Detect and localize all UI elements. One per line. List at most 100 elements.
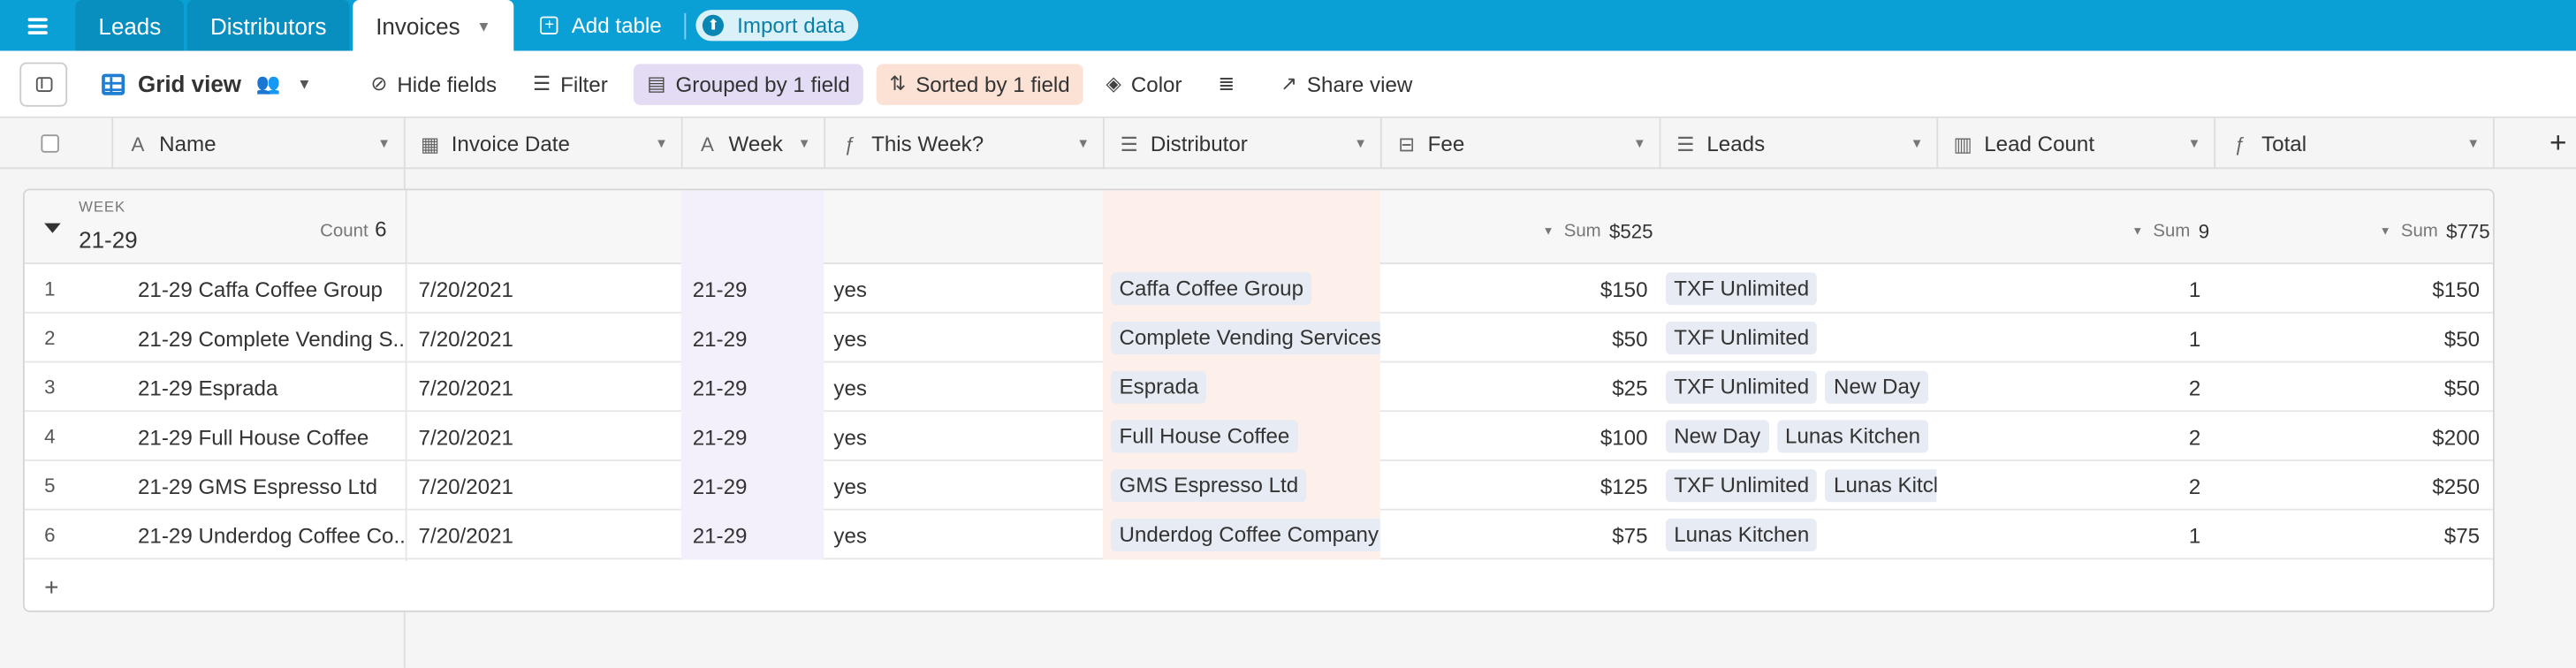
total-summary[interactable]: ▼ Sum $775 — [2380, 220, 2490, 243]
add-record-button[interactable]: + — [44, 574, 58, 603]
cell-fee[interactable]: $100 — [1380, 412, 1660, 461]
linked-record-chip[interactable]: Caffa Coffee Group — [1111, 272, 1312, 306]
chevron-down-icon[interactable]: ▼ — [655, 136, 668, 151]
linked-record-chip[interactable]: New Day — [1665, 420, 1769, 453]
chevron-down-icon[interactable]: ▼ — [1354, 136, 1367, 151]
cell-leads[interactable]: TXF Unlimited — [1660, 264, 1937, 314]
cell-this-week[interactable]: yes — [824, 461, 1103, 511]
cell-invoice-date[interactable]: 7/20/2021 — [406, 314, 681, 363]
chevron-down-icon[interactable]: ▼ — [1633, 136, 1646, 151]
cell-lead-count[interactable]: 1 — [1936, 264, 2212, 314]
linked-record-chip[interactable]: TXF Unlimited — [1665, 469, 1818, 503]
cell-total[interactable]: $50 — [2212, 362, 2491, 412]
cell-name[interactable]: 21-29 Caffa Coffee Group — [123, 264, 405, 314]
chevron-down-icon[interactable]: ▼ — [2466, 136, 2480, 151]
cell-invoice-date[interactable]: 7/20/2021 — [406, 264, 681, 314]
cell-leads[interactable]: TXF Unlimited New Day — [1660, 362, 1937, 412]
cell-name[interactable]: 21-29 Underdog Coffee Co... — [123, 511, 406, 560]
cell-this-week[interactable]: yes — [824, 264, 1103, 314]
add-table-button[interactable]: + Add table — [528, 0, 675, 51]
linked-record-chip[interactable]: Complete Vending Services — [1111, 321, 1380, 355]
filter-button[interactable]: ☰ Filter — [520, 63, 621, 103]
cell-distributor[interactable]: GMS Espresso Ltd — [1102, 460, 1380, 511]
cell-fee[interactable]: $50 — [1380, 314, 1660, 363]
linked-record-chip[interactable]: Lunas Kitchen — [1776, 420, 1929, 453]
cell-total[interactable]: $250 — [2212, 461, 2491, 511]
cell-name[interactable]: 21-29 Esprada — [123, 362, 405, 412]
sidebar-toggle-button[interactable] — [19, 61, 68, 106]
cell-fee[interactable]: $150 — [1380, 264, 1660, 314]
table-row[interactable]: 5 21-29 GMS Espresso Ltd 7/20/2021 21-29 yes… — [24, 460, 2493, 511]
tab-invoices[interactable]: Invoices ▼ — [353, 0, 514, 51]
row-number[interactable]: 2 — [25, 314, 123, 363]
column-header-week[interactable]: A Week ▼ — [683, 118, 826, 170]
cell-week[interactable]: 21-29 — [680, 460, 824, 511]
cell-invoice-date[interactable]: 7/20/2021 — [406, 511, 681, 560]
cell-lead-count[interactable]: 2 — [1936, 461, 2212, 511]
column-header-name[interactable]: A Name ▼ — [113, 118, 406, 170]
linked-record-chip[interactable]: Full House Coffee — [1111, 420, 1298, 453]
linked-record-chip[interactable]: TXF Unlimited — [1665, 321, 1818, 355]
cell-total[interactable]: $50 — [2212, 314, 2491, 363]
table-row[interactable]: 1 21-29 Caffa Coffee Group 7/20/2021 21-29 y… — [24, 263, 2493, 314]
cell-distributor[interactable]: Esprada — [1102, 362, 1380, 413]
column-header-invoice-date[interactable]: ▦ Invoice Date ▼ — [406, 118, 683, 170]
cell-name[interactable]: 21-29 GMS Espresso Ltd — [123, 461, 405, 511]
cell-this-week[interactable]: yes — [824, 314, 1103, 363]
cell-distributor[interactable]: Complete Vending Services — [1102, 313, 1380, 363]
cell-total[interactable]: $75 — [2212, 511, 2491, 560]
share-view-button[interactable]: ↗ Share view — [1267, 63, 1425, 103]
cell-lead-count[interactable]: 1 — [1936, 511, 2212, 560]
chevron-down-icon[interactable]: ▼ — [1076, 136, 1090, 151]
cell-fee[interactable]: $125 — [1380, 461, 1660, 511]
table-row[interactable]: 2 21-29 Complete Vending S... 7/20/2021 21-… — [24, 313, 2493, 363]
chevron-down-icon[interactable]: ▼ — [798, 136, 811, 151]
cell-name[interactable]: 21-29 Full House Coffee — [123, 412, 405, 461]
row-number[interactable]: 6 — [25, 511, 123, 560]
cell-fee[interactable]: $75 — [1380, 511, 1660, 560]
cell-distributor[interactable]: Caffa Coffee Group — [1102, 263, 1380, 314]
linked-record-chip[interactable]: Underdog Coffee Company — [1111, 518, 1380, 551]
column-header-leads[interactable]: ☰ Leads ▼ — [1660, 118, 1939, 170]
view-switcher[interactable]: Grid view 👥 ▼ — [102, 71, 312, 97]
color-button[interactable]: ◈ Color — [1093, 63, 1196, 103]
chevron-down-icon[interactable]: ▼ — [476, 17, 491, 34]
cell-name[interactable]: 21-29 Complete Vending S... — [123, 314, 406, 363]
cell-invoice-date[interactable]: 7/20/2021 — [406, 461, 681, 511]
linked-record-chip[interactable]: New Day — [1825, 370, 1929, 404]
cell-invoice-date[interactable]: 7/20/2021 — [406, 362, 681, 412]
tab-distributors[interactable]: Distributors — [186, 0, 350, 51]
import-data-button[interactable]: ⬆ Import data — [695, 10, 859, 42]
linked-record-chip[interactable]: GMS Espresso Ltd — [1111, 469, 1307, 503]
cell-leads[interactable]: Lunas Kitchen — [1660, 511, 1937, 560]
cell-lead-count[interactable]: 2 — [1936, 412, 2212, 461]
add-field-button[interactable]: + — [2491, 118, 2576, 170]
linked-record-chip[interactable]: TXF Unlimited — [1665, 370, 1818, 404]
cell-leads[interactable]: New Day Lunas Kitchen — [1660, 412, 1937, 461]
group-button[interactable]: ▤ Grouped by 1 field — [634, 63, 863, 104]
column-header-this-week[interactable]: ƒ This Week? ▼ — [825, 118, 1105, 170]
row-number[interactable]: 5 — [25, 461, 123, 511]
linked-record-chip[interactable]: Lunas Kitchen — [1665, 518, 1818, 551]
chevron-down-icon[interactable]: ▼ — [1911, 136, 1924, 151]
cell-week[interactable]: 21-29 — [680, 313, 824, 363]
column-header-lead-count[interactable]: ▥ Lead Count ▼ — [1938, 118, 2216, 170]
cell-week[interactable]: 21-29 — [680, 412, 824, 461]
row-number[interactable]: 1 — [25, 264, 123, 314]
cell-week[interactable]: 21-29 — [680, 263, 824, 314]
row-height-button[interactable]: ≣ — [1205, 63, 1258, 103]
group-header[interactable]: WEEK 21-29 Count 6 ▼ Sum $525 ▼ Sum 9 ▼ Sum $77… — [24, 190, 2493, 264]
linked-record-chip[interactable]: Lunas Kitchen — [1825, 469, 1937, 503]
chevron-down-icon[interactable]: ▼ — [2188, 136, 2201, 151]
table-row[interactable]: 4 21-29 Full House Coffee 7/20/2021 21-29 ye… — [24, 412, 2493, 461]
column-header-distributor[interactable]: ☰ Distributor ▼ — [1105, 118, 1382, 170]
table-row[interactable]: 3 21-29 Esprada 7/20/2021 21-29 yes Esprada $2… — [24, 362, 2493, 413]
column-header-total[interactable]: ƒ Total ▼ — [2215, 118, 2495, 170]
cell-total[interactable]: $150 — [2212, 264, 2491, 314]
hide-fields-button[interactable]: ⊘ Hide fields — [358, 63, 510, 103]
linked-record-chip[interactable]: Esprada — [1111, 370, 1207, 404]
fee-summary[interactable]: ▼ Sum $525 — [1543, 220, 1653, 243]
cell-invoice-date[interactable]: 7/20/2021 — [406, 412, 681, 461]
cell-this-week[interactable]: yes — [824, 362, 1103, 412]
cell-leads[interactable]: TXF Unlimited — [1660, 314, 1937, 363]
